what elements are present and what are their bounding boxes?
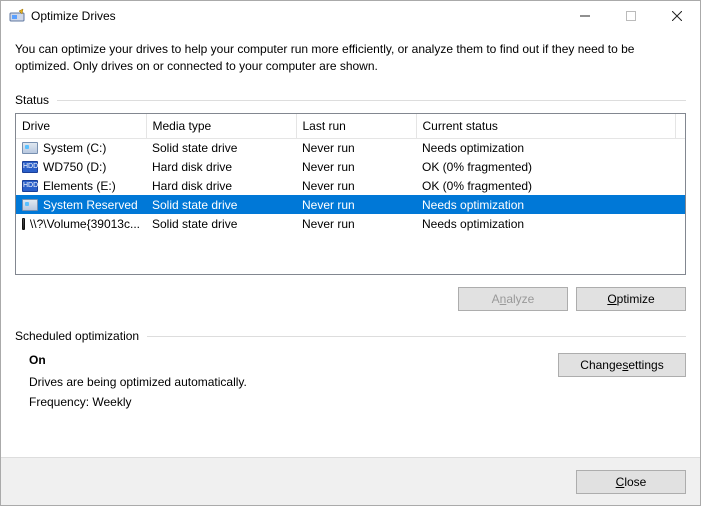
drive-name: WD750 (D:) <box>43 160 106 174</box>
window-title: Optimize Drives <box>31 9 562 23</box>
media-type: Hard disk drive <box>146 176 296 195</box>
col-drive[interactable]: Drive <box>16 114 146 139</box>
table-header-row[interactable]: Drive Media type Last run Current status <box>16 114 685 139</box>
analyze-button: Analyze <box>458 287 568 311</box>
optimize-button[interactable]: Optimize <box>576 287 686 311</box>
table-row[interactable]: System Reserved Solid state driveNever ru… <box>16 195 685 214</box>
col-media[interactable]: Media type <box>146 114 296 139</box>
drive-name: System (C:) <box>43 141 106 155</box>
drive-name: System Reserved <box>43 198 138 212</box>
last-run: Never run <box>296 138 416 157</box>
drive-name: Elements (E:) <box>43 179 116 193</box>
current-status: Needs optimization <box>416 195 685 214</box>
last-run: Never run <box>296 157 416 176</box>
status-label: Status <box>15 93 49 107</box>
current-status: OK (0% fragmented) <box>416 176 685 195</box>
maximize-button <box>608 1 654 31</box>
media-type: Solid state drive <box>146 138 296 157</box>
app-icon <box>9 8 25 24</box>
media-type: Solid state drive <box>146 195 296 214</box>
change-settings-button[interactable]: Change settings <box>558 353 686 377</box>
last-run: Never run <box>296 195 416 214</box>
table-row[interactable]: HDD Elements (E:) Hard disk driveNever run… <box>16 176 685 195</box>
drive-icon: HDD <box>22 161 38 173</box>
col-lastrun[interactable]: Last run <box>296 114 416 139</box>
divider <box>147 336 686 337</box>
schedule-freq: Frequency: Weekly <box>29 395 558 409</box>
current-status: Needs optimization <box>416 138 685 157</box>
titlebar: Optimize Drives <box>1 1 700 31</box>
table-row[interactable]: HDD WD750 (D:) Hard disk driveNever runOK … <box>16 157 685 176</box>
scheduled-label: Scheduled optimization <box>15 329 139 343</box>
last-run: Never run <box>296 214 416 233</box>
col-spacer <box>675 114 685 139</box>
close-button[interactable]: Close <box>576 470 686 494</box>
drive-icon <box>22 218 25 230</box>
footer: Close <box>1 457 700 505</box>
drive-name: \\?\Volume{39013c... <box>30 217 140 231</box>
description-text: You can optimize your drives to help you… <box>15 41 686 75</box>
drive-icon <box>22 142 38 154</box>
close-window-button[interactable] <box>654 1 700 31</box>
last-run: Never run <box>296 176 416 195</box>
schedule-state: On <box>29 353 558 367</box>
current-status: Needs optimization <box>416 214 685 233</box>
col-status[interactable]: Current status <box>416 114 675 139</box>
minimize-button[interactable] <box>562 1 608 31</box>
drive-icon: HDD <box>22 180 38 192</box>
table-row[interactable]: \\?\Volume{39013c... Solid state driveNev… <box>16 214 685 233</box>
schedule-desc: Drives are being optimized automatically… <box>29 375 558 389</box>
current-status: OK (0% fragmented) <box>416 157 685 176</box>
drive-icon <box>22 199 38 211</box>
table-row[interactable]: System (C:) Solid state driveNever runNee… <box>16 138 685 157</box>
media-type: Solid state drive <box>146 214 296 233</box>
window-controls <box>562 1 700 31</box>
media-type: Hard disk drive <box>146 157 296 176</box>
divider <box>57 100 686 101</box>
drives-table[interactable]: Drive Media type Last run Current status… <box>15 113 686 275</box>
